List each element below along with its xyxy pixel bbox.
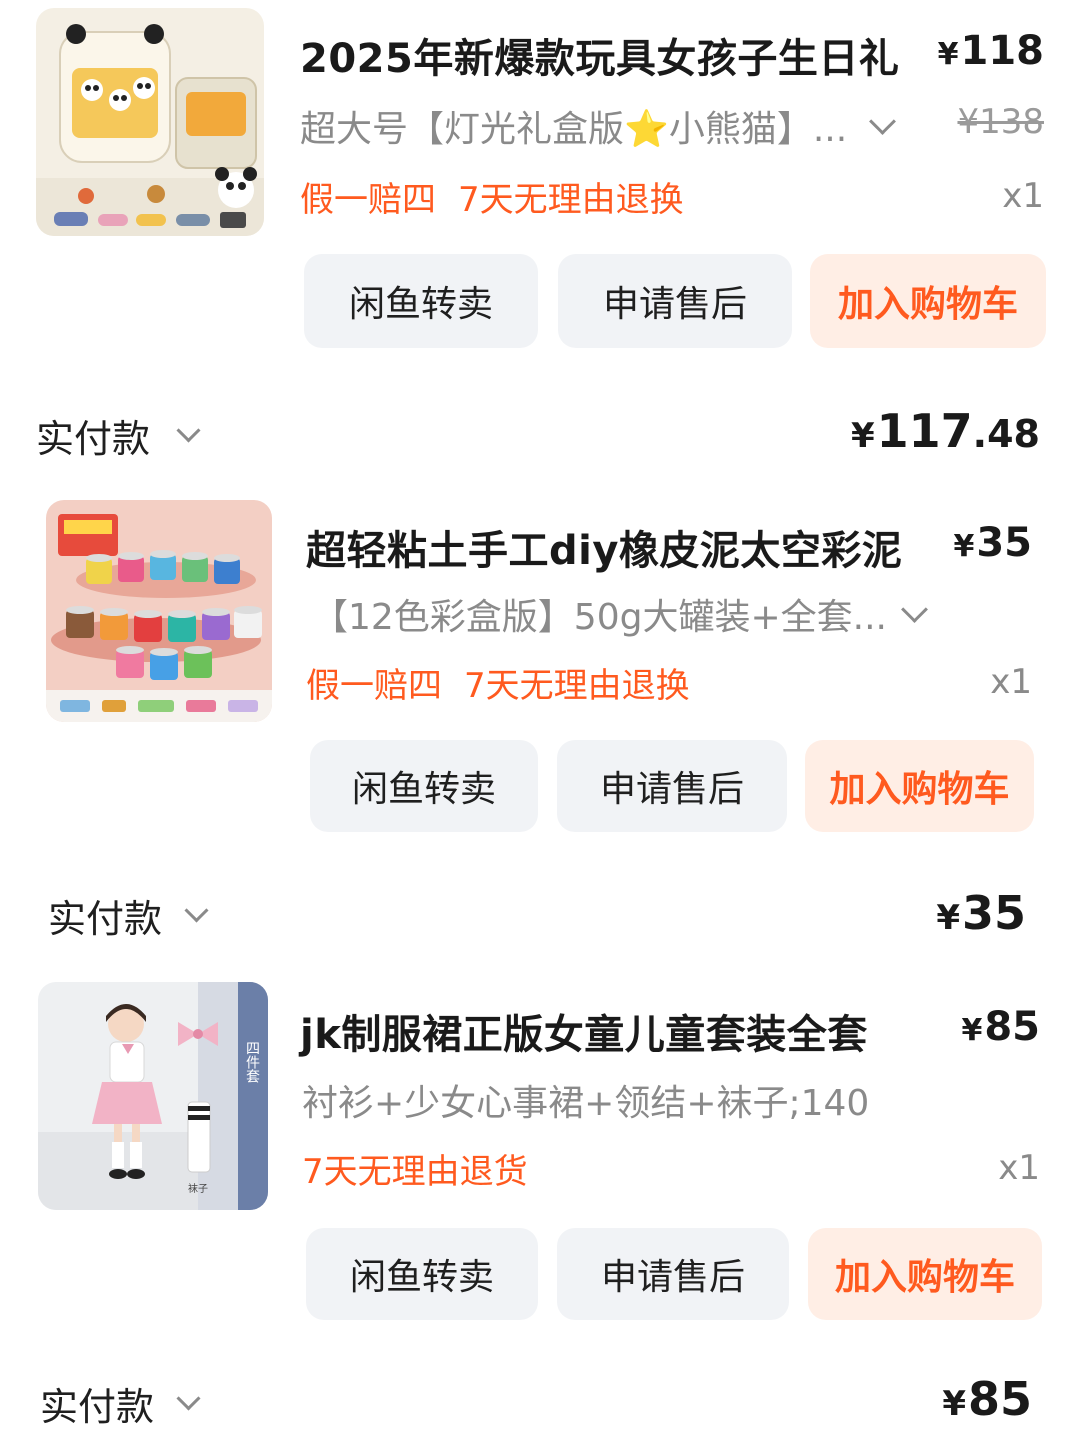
resell-xianyu-button[interactable]: 闲鱼转卖 (304, 254, 538, 348)
original-price: ¥138 (957, 102, 1044, 142)
tag-return-policy: 7天无理由退货 (302, 1152, 528, 1192)
quantity: x1 (998, 1148, 1040, 1188)
product-title[interactable]: 2025年新爆款玩具女孩子生日礼 (300, 26, 899, 84)
paid-amount: ¥85 (942, 1372, 1032, 1426)
resell-xianyu-button[interactable]: 闲鱼转卖 (306, 1228, 538, 1320)
product-image-clay-jars[interactable] (46, 500, 272, 722)
chevron-down-icon (869, 107, 897, 135)
product-spec[interactable]: 衬衫+少女心事裙+领结+袜子;140 (302, 1074, 869, 1126)
add-to-cart-button[interactable]: 加入购物车 (810, 254, 1046, 348)
tag-return-policy: 7天无理由退换 (458, 180, 684, 220)
tag-fake-compensation: 假一赔四 (306, 666, 442, 706)
product-price: ¥85 (961, 1004, 1040, 1050)
resell-xianyu-button[interactable]: 闲鱼转卖 (310, 740, 538, 832)
order-card: 2025年新爆款玩具女孩子生日礼 ¥118 超大号【灯光礼盒版⭐小熊猫】... … (0, 0, 1080, 480)
quantity: x1 (990, 662, 1032, 702)
service-tags: 7天无理由退货 (302, 1144, 528, 1193)
image-caption: 袜子 (188, 1182, 208, 1195)
paid-amount-toggle[interactable]: 实付款 (40, 1376, 201, 1431)
paid-amount-toggle[interactable]: 实付款 (48, 888, 209, 943)
chevron-down-icon (176, 418, 201, 443)
tag-fake-compensation: 假一赔四 (300, 180, 436, 220)
paid-amount: ¥35 (936, 886, 1026, 940)
after-sales-button[interactable]: 申请售后 (557, 1228, 789, 1320)
product-image-panda-toy[interactable] (36, 8, 264, 236)
tag-return-policy: 7天无理由退换 (464, 666, 690, 706)
after-sales-button[interactable]: 申请售后 (557, 740, 787, 832)
service-tags: 假一赔四 7天无理由退换 (306, 658, 690, 707)
product-spec-selector[interactable]: 【12色彩盒版】50g大罐装+全套... (312, 588, 928, 640)
image-side-text: 四件套 (245, 1041, 261, 1083)
product-title[interactable]: 超轻粘土手工diy橡皮泥太空彩泥 (306, 518, 902, 576)
service-tags: 假一赔四 7天无理由退换 (300, 172, 684, 221)
product-title[interactable]: jk制服裙正版女童儿童套装全套 (300, 1002, 868, 1060)
chevron-down-icon (184, 898, 209, 923)
quantity: x1 (1002, 176, 1044, 216)
product-spec-selector[interactable]: 超大号【灯光礼盒版⭐小熊猫】... (300, 100, 897, 152)
add-to-cart-button[interactable]: 加入购物车 (805, 740, 1034, 832)
add-to-cart-button[interactable]: 加入购物车 (808, 1228, 1042, 1320)
order-card: 四件套 袜子 jk制服裙正版女童儿童套装全套 ¥85 衬衫+少女心事裙+领结+袜… (0, 972, 1080, 1452)
product-price: ¥118 (937, 28, 1044, 74)
chevron-down-icon (901, 595, 928, 623)
paid-amount-toggle[interactable]: 实付款 (36, 408, 201, 463)
chevron-down-icon (176, 1386, 201, 1411)
paid-amount: ¥117.48 (850, 404, 1040, 458)
after-sales-button[interactable]: 申请售后 (558, 254, 792, 348)
product-price: ¥35 (953, 520, 1032, 566)
order-card: 超轻粘土手工diy橡皮泥太空彩泥 ¥35 【12色彩盒版】50g大罐装+全套..… (0, 490, 1080, 970)
product-image-girl-uniform[interactable]: 四件套 袜子 (38, 982, 268, 1210)
